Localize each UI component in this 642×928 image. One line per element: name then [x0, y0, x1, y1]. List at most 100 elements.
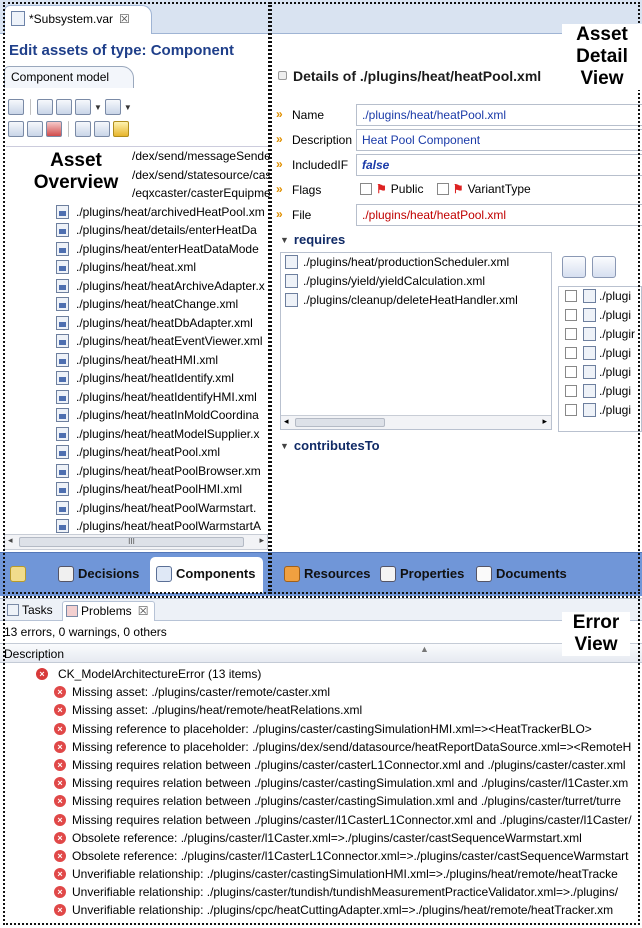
candidate-asset-item[interactable]: ./plugir: [559, 325, 641, 344]
file-field[interactable]: ./plugins/heat/heatPool.xml: [356, 204, 642, 226]
edit-asset-icon[interactable]: [27, 121, 43, 137]
error-row[interactable]: × Obsolete reference: ./plugins/caster/l1…: [0, 829, 642, 847]
asset-list-item[interactable]: ./plugins/heat/heatPoolWarmstart.: [6, 499, 270, 518]
horizontal-scrollbar[interactable]: ◂ III ▸: [4, 534, 268, 550]
sort-up-icon[interactable]: ▲: [420, 644, 429, 654]
contributes-section-header[interactable]: ▼ contributesTo: [280, 438, 380, 453]
chevron-down-icon[interactable]: ▼: [124, 103, 132, 112]
tab-overview[interactable]: [4, 557, 44, 593]
asset-list-item[interactable]: ./plugins/heat/heatPool.xml: [6, 443, 270, 462]
tab-decisions[interactable]: Decisions: [52, 557, 147, 593]
asset-list-item[interactable]: ./plugins/heat/heatDbAdapter.xml: [6, 314, 270, 333]
asset-list-item[interactable]: ./plugins/heat/archivedHeatPool.xm: [6, 203, 270, 222]
tab-properties[interactable]: Properties: [374, 557, 472, 593]
tab-documents[interactable]: Documents: [470, 557, 575, 593]
candidate-asset-item[interactable]: ./plugi: [559, 382, 641, 401]
select-checkbox[interactable]: [565, 347, 577, 359]
requires-item[interactable]: ./plugins/cleanup/deleteHeatHandler.xml: [281, 291, 551, 310]
select-checkbox[interactable]: [565, 290, 577, 302]
error-row[interactable]: × Missing requires relation between ./plu…: [0, 756, 642, 774]
asset-list-item[interactable]: ./plugins/heat/heatPoolWarmstartA: [6, 517, 270, 536]
candidate-asset-item[interactable]: ./plugi: [559, 344, 641, 363]
editor-tab-subsystem[interactable]: *Subsystem.var ☒: [4, 5, 152, 34]
section-toggle-icon[interactable]: [278, 71, 287, 80]
description-field[interactable]: Heat Pool Component: [356, 129, 642, 151]
error-row[interactable]: × Unverifiable relationship: ./plugins/ca…: [0, 865, 642, 883]
horizontal-scrollbar[interactable]: ◂ ▸: [281, 415, 551, 429]
chevron-down-icon[interactable]: ▼: [94, 103, 102, 112]
candidate-asset-item[interactable]: ./plugi: [559, 363, 641, 382]
filter-view-icon[interactable]: [104, 99, 121, 115]
select-checkbox[interactable]: [565, 366, 577, 378]
edit-requirement-button[interactable]: [592, 256, 616, 278]
scrollbar-thumb[interactable]: III: [19, 537, 244, 547]
refresh-icon[interactable]: [8, 99, 24, 115]
candidate-asset-item[interactable]: ./plugi: [559, 287, 641, 306]
asset-list-item[interactable]: ./plugins/heat/details/enterHeatDa: [6, 221, 270, 240]
filter-icon[interactable]: [113, 121, 129, 137]
delete-asset-icon[interactable]: [46, 121, 62, 137]
asset-list-item-label: /eqxcaster/casterEquipme: [132, 186, 270, 200]
asset-list-item[interactable]: ./plugins/heat/heatArchiveAdapter.x: [6, 277, 270, 296]
error-row[interactable]: × Obsolete reference: ./plugins/caster/l1…: [0, 847, 642, 865]
asset-list-item[interactable]: ./plugins/heat/enterHeatDataMode: [6, 240, 270, 259]
scroll-right-icon[interactable]: ▸: [259, 535, 264, 546]
tab-tasks[interactable]: Tasks: [4, 601, 59, 621]
error-row[interactable]: × Missing asset: ./plugins/heat/remote/he…: [0, 701, 642, 719]
scroll-right-icon[interactable]: ▸: [542, 416, 547, 427]
candidate-asset-item[interactable]: ./plugi: [559, 306, 641, 325]
description-column-header[interactable]: Description ▲: [0, 643, 642, 663]
link-icon[interactable]: [75, 99, 91, 115]
error-row[interactable]: × Missing requires relation between ./plu…: [0, 811, 642, 829]
tab-problems[interactable]: Problems ☒: [62, 601, 156, 621]
tab-component-model[interactable]: Component model: [4, 66, 134, 88]
select-checkbox[interactable]: [565, 385, 577, 397]
expand-triangle-icon[interactable]: ▼: [280, 441, 289, 451]
select-checkbox[interactable]: [565, 404, 577, 416]
asset-list-item[interactable]: ./plugins/heat/heat.xml: [6, 258, 270, 277]
asset-list-item[interactable]: ./plugins/heat/heatHMI.xml: [6, 351, 270, 370]
select-checkbox[interactable]: [565, 309, 577, 321]
error-row[interactable]: × Unverifiable relationship: ./plugins/cp…: [0, 901, 642, 919]
expand-triangle-icon[interactable]: ▼: [280, 235, 289, 245]
requires-section-header[interactable]: ▼ requires: [280, 232, 345, 247]
error-row[interactable]: × Missing reference to placeholder: ./plu…: [0, 720, 642, 738]
error-row[interactable]: × Missing asset: ./plugins/caster/remote/…: [0, 683, 642, 701]
error-row[interactable]: × Missing requires relation between ./plu…: [0, 774, 642, 792]
name-field[interactable]: ./plugins/heat/heatPool.xml: [356, 104, 642, 126]
error-group-row[interactable]: × CK_ModelArchitectureError (13 items): [0, 665, 642, 683]
scrollbar-thumb[interactable]: [295, 418, 385, 427]
expand-all-icon[interactable]: [56, 99, 72, 115]
close-icon[interactable]: ☒: [138, 604, 149, 618]
sort-icon[interactable]: [94, 121, 110, 137]
asset-list-item[interactable]: ./plugins/heat/heatPoolBrowser.xm: [6, 462, 270, 481]
public-checkbox[interactable]: [360, 183, 372, 195]
add-requirement-button[interactable]: [562, 256, 586, 278]
asset-list-item[interactable]: ./plugins/heat/heatIdentify.xml: [6, 369, 270, 388]
error-icon: ×: [54, 740, 66, 753]
includedif-field[interactable]: false: [356, 154, 642, 176]
error-row[interactable]: × Unverifiable relationship: ./plugins/ca…: [0, 883, 642, 901]
tab-components[interactable]: Components: [150, 557, 264, 593]
requires-item[interactable]: ./plugins/yield/yieldCalculation.xml: [281, 272, 551, 291]
varianttype-checkbox[interactable]: [436, 183, 449, 195]
add-asset-icon[interactable]: [8, 121, 24, 137]
asset-list-item[interactable]: ./plugins/heat/heatEventViewer.xml: [6, 332, 270, 351]
asset-list-item-label: ./plugins/heat/heatPool.xml: [76, 445, 221, 459]
collapse-all-icon[interactable]: [37, 99, 53, 115]
asset-list-item[interactable]: ./plugins/heat/heatPoolHMI.xml: [6, 480, 270, 499]
asset-list-item[interactable]: ./plugins/heat/heatModelSupplier.x: [6, 425, 270, 444]
candidate-asset-item[interactable]: ./plugi: [559, 401, 641, 420]
rename-icon[interactable]: [75, 121, 91, 137]
requires-item[interactable]: ./plugins/heat/productionScheduler.xml: [281, 253, 551, 272]
error-row[interactable]: × Missing reference to placeholder: ./plu…: [0, 738, 642, 756]
close-icon[interactable]: ☒: [119, 12, 130, 26]
asset-list-item[interactable]: ./plugins/heat/heatIdentifyHMI.xml: [6, 388, 270, 407]
asset-list-item[interactable]: ./plugins/heat/heatInMoldCoordina: [6, 406, 270, 425]
scroll-left-icon[interactable]: ◂: [284, 416, 289, 427]
select-checkbox[interactable]: [565, 328, 577, 340]
error-row[interactable]: × Missing requires relation between ./plu…: [0, 792, 642, 810]
tab-resources[interactable]: Resources: [278, 557, 378, 593]
scroll-left-icon[interactable]: ◂: [8, 535, 13, 546]
asset-list-item[interactable]: ./plugins/heat/heatChange.xml: [6, 295, 270, 314]
